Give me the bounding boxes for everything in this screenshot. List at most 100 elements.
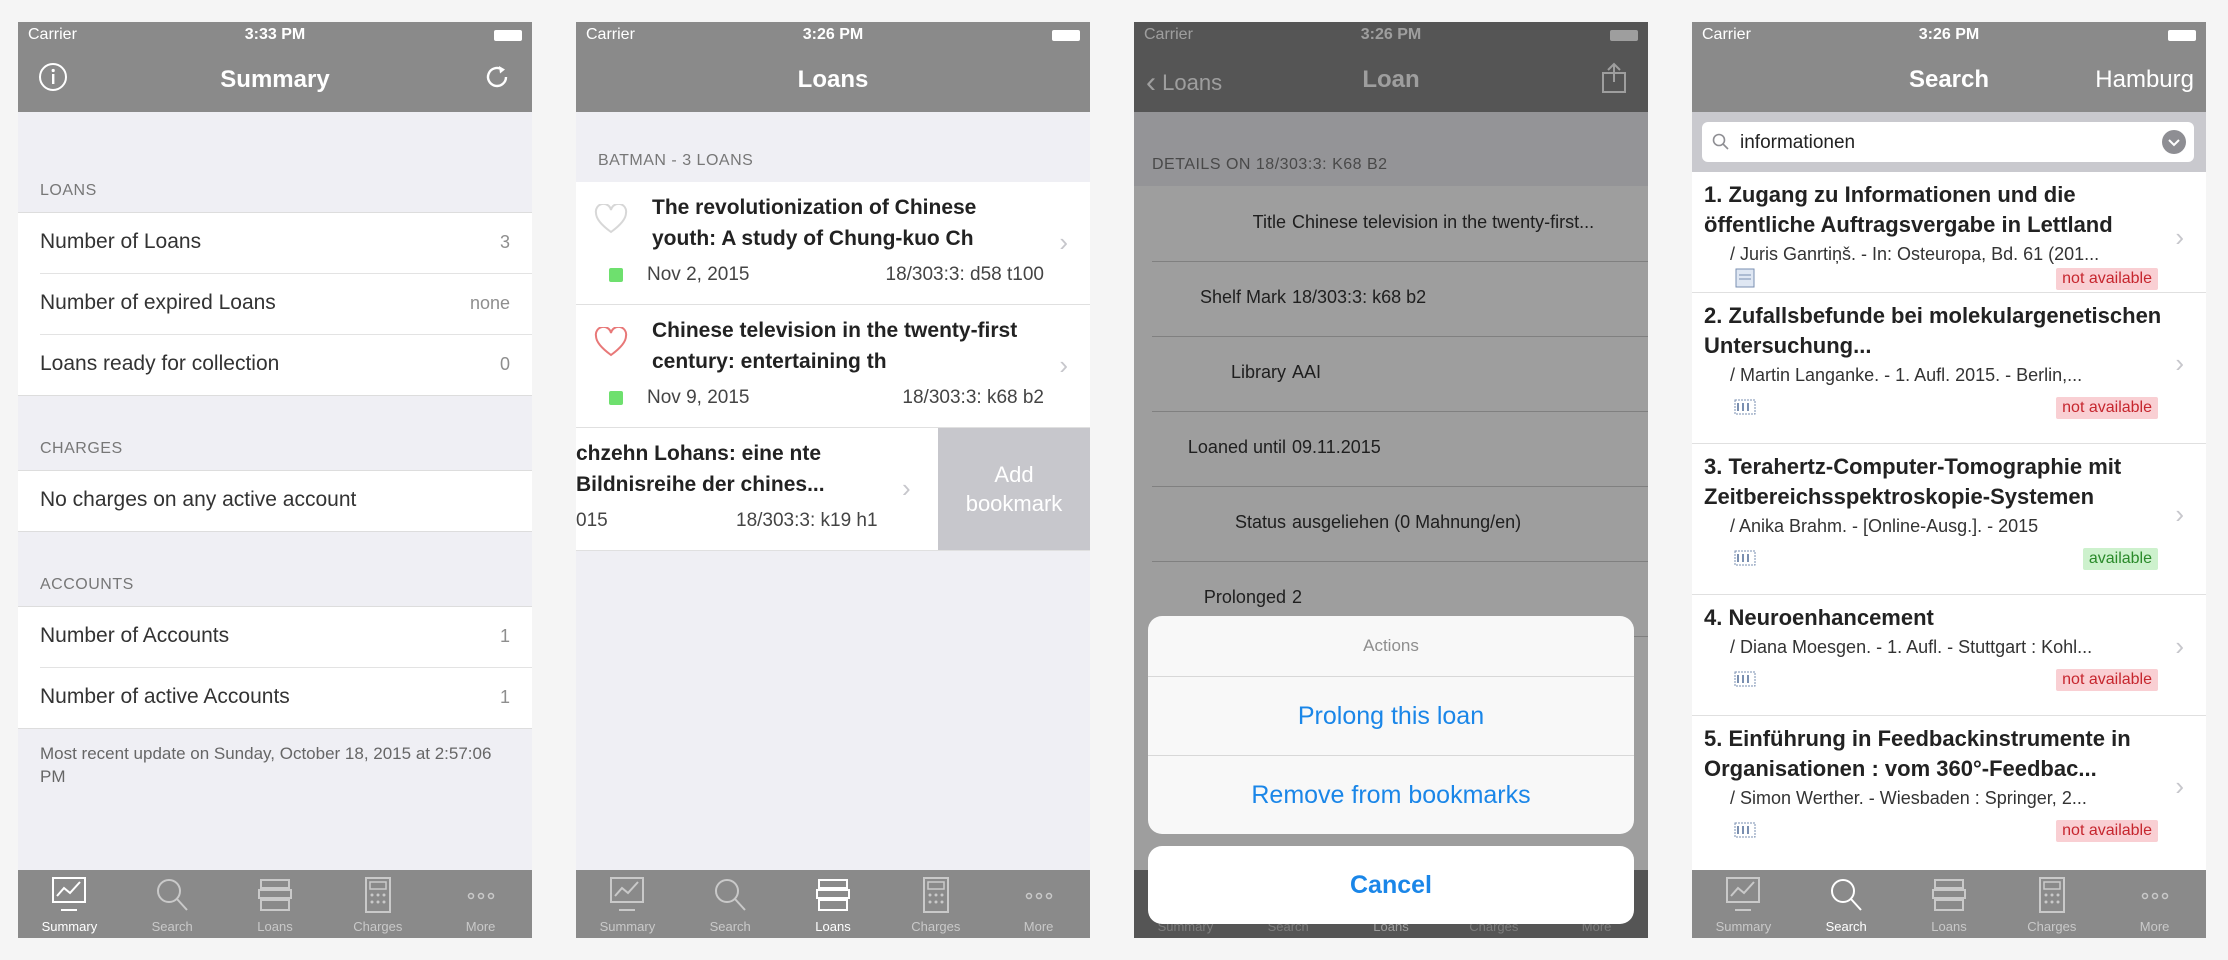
tab-label: More [465,919,496,934]
prolong-loan-button[interactable]: Prolong this loan [1148,677,1634,756]
tab-more[interactable]: More [987,870,1090,938]
chevron-right-icon: › [2175,348,2184,378]
barcode-icon [1734,550,1756,566]
tab-label: Loans [257,919,293,934]
loan-cell[interactable]: The revolutionization of Chinese youth: … [576,182,1090,305]
result-item[interactable]: 5. Einführung in Feedbackinstrumente in … [1692,716,2206,870]
loan-cell[interactable]: Chinese television in the twenty-first c… [576,305,1090,428]
loan-shelfmark: 18/303:3: k68 b2 [902,387,1044,408]
refresh-icon[interactable] [482,62,512,99]
more-icon [1025,892,1052,900]
status-time: 3:33 PM [244,26,306,43]
barcode-icon [1734,822,1756,838]
accounts-group: Number of Accounts 1 Number of active Ac… [18,606,532,729]
result-title: 3. Terahertz-Computer-Tomographie mit Ze… [1704,454,2122,509]
accounts-row[interactable]: Number of Accounts 1 [40,607,532,668]
status-bar: Carrier 3:33 PM [18,22,532,48]
battery-icon [494,30,522,41]
result-item[interactable]: 3. Terahertz-Computer-Tomographie mit Ze… [1692,444,2206,595]
result-item[interactable]: 4. Neuroenhancement / Diana Moesgen. - 1… [1692,595,2206,716]
books-icon [815,879,850,911]
loan-title: chzehn Lohans: eine nte Bildnisreihe der… [576,442,825,496]
tab-search[interactable]: Search [679,870,782,938]
charges-row: No charges on any active account [40,471,532,531]
add-bookmark-button[interactable]: Add bookmark [938,428,1090,550]
tab-search[interactable]: Search [121,870,224,938]
tab-bar: Summary Search Loans Charges More [1692,870,2206,938]
loans-screen: Carrier 3:26 PM Loans BATMAN - 3 LOANS T… [576,22,1090,938]
search-icon [715,879,746,911]
chevron-right-icon: › [2175,631,2184,661]
result-item[interactable]: 1. Zugang zu Informationen und die öffen… [1692,172,2206,293]
tab-label: Summary [41,919,98,934]
loan-cell-swiped[interactable]: chzehn Lohans: eine nte Bildnisreihe der… [576,428,1090,551]
remove-bookmark-button[interactable]: Remove from bookmarks [1148,756,1634,834]
cancel-button[interactable]: Cancel [1148,846,1634,924]
row-value: 0 [499,354,510,374]
calculator-icon [2038,877,2065,913]
tab-charges[interactable]: Charges [326,870,429,938]
tab-label: More [2139,919,2170,934]
row-value: 3 [499,232,510,252]
chevron-right-icon: › [1059,350,1068,380]
row-label: No charges on any active account [40,488,357,511]
chevron-right-icon: › [1059,227,1068,257]
tab-loans[interactable]: Loans [1898,870,2001,938]
page-title: Summary [220,66,330,93]
loan-date: Nov 2, 2015 [647,264,750,285]
tab-label: Summary [1715,919,1772,934]
loans-group: Number of Loans 3 Number of expired Loan… [18,212,532,396]
status-dot [609,268,623,282]
row-label: Number of Loans [40,230,202,253]
loans-section-header: LOANS [40,182,97,199]
charges-section-header: CHARGES [40,440,123,457]
tab-label: Charges [353,919,403,934]
loan-title: The revolutionization of Chinese youth: … [652,196,977,250]
tab-summary[interactable]: Summary [576,870,679,938]
result-title: 2. Zufallsbefunde bei molekulargenetisch… [1704,303,2162,358]
tab-more[interactable]: More [2103,870,2206,938]
tab-loans[interactable]: Loans [224,870,327,938]
catalog-location-button[interactable]: Hamburg [2095,66,2194,94]
tab-label: Charges [911,919,961,934]
loan-detail-screen: Carrier 3:26 PM ‹ Loans Loan DETAILS ON … [1134,22,1648,938]
result-author: / Martin Langanke. - 1. Aufl. 2015. - Be… [1730,365,2083,385]
tab-loans[interactable]: Loans [782,870,885,938]
availability-badge: not available [2056,820,2158,842]
tab-summary[interactable]: Summary [1692,870,1795,938]
row-value: 1 [499,626,510,646]
row-value: 1 [499,687,510,707]
expired-loans-row[interactable]: Number of expired Loans none [40,274,532,335]
calculator-icon [364,877,391,913]
tab-search[interactable]: Search [1795,870,1898,938]
result-item[interactable]: 2. Zufallsbefunde bei molekulargenetisch… [1692,293,2206,444]
row-value: none [469,293,510,313]
active-accounts-row[interactable]: Number of active Accounts 1 [40,668,532,728]
tab-summary[interactable]: Summary [18,870,121,938]
loan-shelfmark: 18/303:3: k19 h1 [736,510,878,531]
tab-charges[interactable]: Charges [884,870,987,938]
search-input[interactable]: informationen [1702,122,2194,162]
dropdown-icon[interactable] [2162,130,2186,154]
calculator-icon [922,877,949,913]
tab-charges[interactable]: Charges [2000,870,2103,938]
tab-label: Search [151,919,193,934]
more-icon [467,892,494,900]
heart-icon[interactable] [594,204,628,234]
heart-icon[interactable] [594,327,628,357]
tab-label: More [1023,919,1054,934]
books-icon [257,879,292,911]
action-sheet: Actions Prolong this loan Remove from bo… [1148,616,1634,834]
chevron-right-icon: › [2175,771,2184,801]
chart-icon [1726,877,1761,911]
battery-icon [2168,30,2196,41]
tab-label: Search [709,919,751,934]
tab-more[interactable]: More [429,870,532,938]
result-title: 5. Einführung in Feedbackinstrumente in … [1704,726,2131,781]
availability-badge: not available [2056,669,2158,691]
result-author: / Simon Werther. - Wiesbaden : Springer,… [1730,788,2087,808]
loans-row[interactable]: Number of Loans 3 [40,213,532,274]
ready-for-collection-row[interactable]: Loans ready for collection 0 [40,335,532,395]
tab-label: Loans [815,919,851,934]
accounts-section-header: ACCOUNTS [40,576,134,593]
